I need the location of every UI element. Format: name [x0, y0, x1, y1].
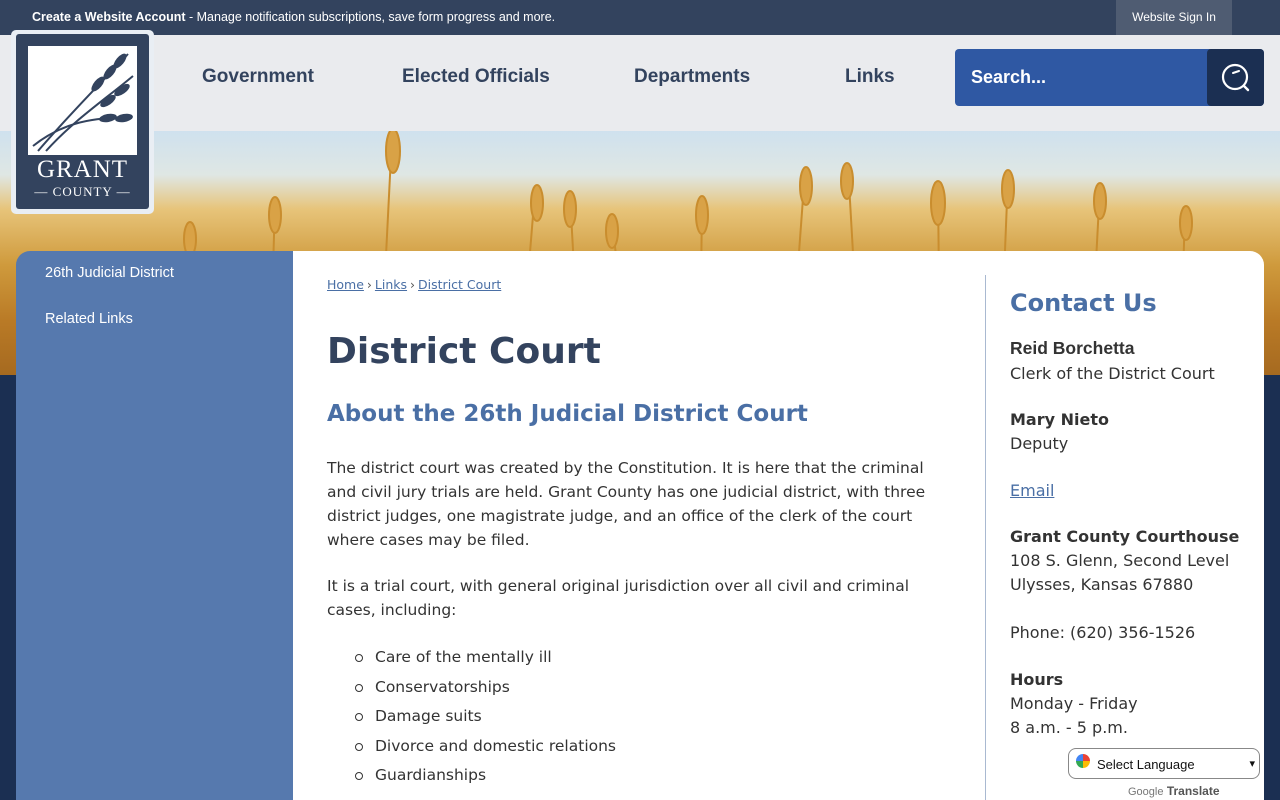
logo-subtitle: — COUNTY —	[34, 184, 131, 199]
create-account-link[interactable]: Create a Website Account - Manage notifi…	[32, 10, 555, 24]
search-input[interactable]	[971, 61, 1191, 94]
search-box	[955, 49, 1264, 106]
column-divider	[985, 275, 986, 800]
search-icon	[1221, 63, 1250, 92]
intro-paragraph: The district court was created by the Co…	[327, 459, 926, 549]
list-item: Conservatorships	[327, 675, 616, 705]
list-item: Care of the mentally ill	[327, 645, 616, 675]
language-select[interactable]: Select Language ▾	[1068, 748, 1260, 779]
county-logo[interactable]: GRANT — COUNTY —	[11, 30, 154, 214]
nav-links[interactable]: Links	[845, 66, 895, 88]
powered-by-google-translate[interactable]: Google Translate	[1128, 784, 1220, 798]
contact-hours-days: Monday - Friday	[1010, 694, 1138, 713]
contact-name-clerk: Reid Borchetta	[1010, 338, 1135, 358]
breadcrumb-separator: ›	[366, 277, 372, 292]
top-utility-bar: Create a Website Account - Manage notifi…	[0, 0, 1280, 35]
main-content: Home › Links › District Court District Court…	[293, 251, 1264, 800]
wheat-logo-icon	[28, 46, 137, 155]
create-account-label: Create a Website Account	[32, 10, 186, 24]
sidenav-26th-judicial-district[interactable]: 26th Judicial District	[45, 265, 174, 281]
nav-departments[interactable]: Departments	[634, 66, 750, 88]
website-sign-in-button[interactable]: Website Sign In	[1116, 0, 1232, 35]
jurisdiction-paragraph: It is a trial court, with general origin…	[327, 577, 910, 619]
google-wordmark: Google	[1128, 786, 1164, 798]
list-item: Divorce and domestic relations	[327, 734, 616, 764]
breadcrumb: Home › Links › District Court	[327, 277, 501, 292]
contact-name-deputy: Mary Nieto	[1010, 410, 1109, 429]
logo-panel: GRANT — COUNTY —	[16, 34, 149, 209]
contact-hours-time: 8 a.m. - 5 p.m.	[1010, 718, 1128, 737]
chevron-down-icon: ▾	[1249, 758, 1255, 770]
breadcrumb-separator: ›	[410, 277, 416, 292]
contact-address-line1: 108 S. Glenn, Second Level	[1010, 551, 1230, 570]
google-icon	[1076, 754, 1090, 768]
sidenav-related-links[interactable]: Related Links	[45, 311, 133, 327]
translate-label: Translate	[1166, 784, 1220, 798]
contact-title-deputy: Deputy	[1010, 434, 1069, 453]
search-button[interactable]	[1207, 49, 1264, 106]
nav-elected-officials[interactable]: Elected Officials	[402, 66, 550, 88]
case-type-list: Care of the mentally ill Conservatorship…	[327, 645, 616, 793]
section-heading: About the 26th Judicial District Court	[327, 401, 808, 427]
contact-building: Grant County Courthouse	[1010, 527, 1240, 546]
language-select-label: Select Language	[1097, 757, 1195, 772]
breadcrumb-current[interactable]: District Court	[418, 277, 501, 292]
contact-hours-label: Hours	[1010, 670, 1064, 689]
create-account-description: - Manage notification subscriptions, sav…	[185, 10, 556, 24]
page-title: District Court	[327, 331, 601, 372]
main-header: Government Elected Officials Departments…	[0, 35, 1280, 131]
contact-title-clerk: Clerk of the District Court	[1010, 364, 1215, 383]
contact-heading: Contact Us	[1010, 289, 1157, 317]
list-item: Damage suits	[327, 704, 616, 734]
nav-government[interactable]: Government	[202, 66, 314, 88]
side-navigation: 26th Judicial District Related Links	[16, 251, 293, 800]
contact-email-link[interactable]: Email	[1010, 479, 1054, 503]
logo-name: GRANT	[36, 156, 129, 183]
breadcrumb-links[interactable]: Links	[375, 277, 407, 292]
contact-address-line2: Ulysses, Kansas 67880	[1010, 575, 1194, 594]
breadcrumb-home[interactable]: Home	[327, 277, 364, 292]
list-item: Guardianships	[327, 763, 616, 793]
contact-phone: Phone: (620) 356-1526	[1010, 623, 1196, 642]
